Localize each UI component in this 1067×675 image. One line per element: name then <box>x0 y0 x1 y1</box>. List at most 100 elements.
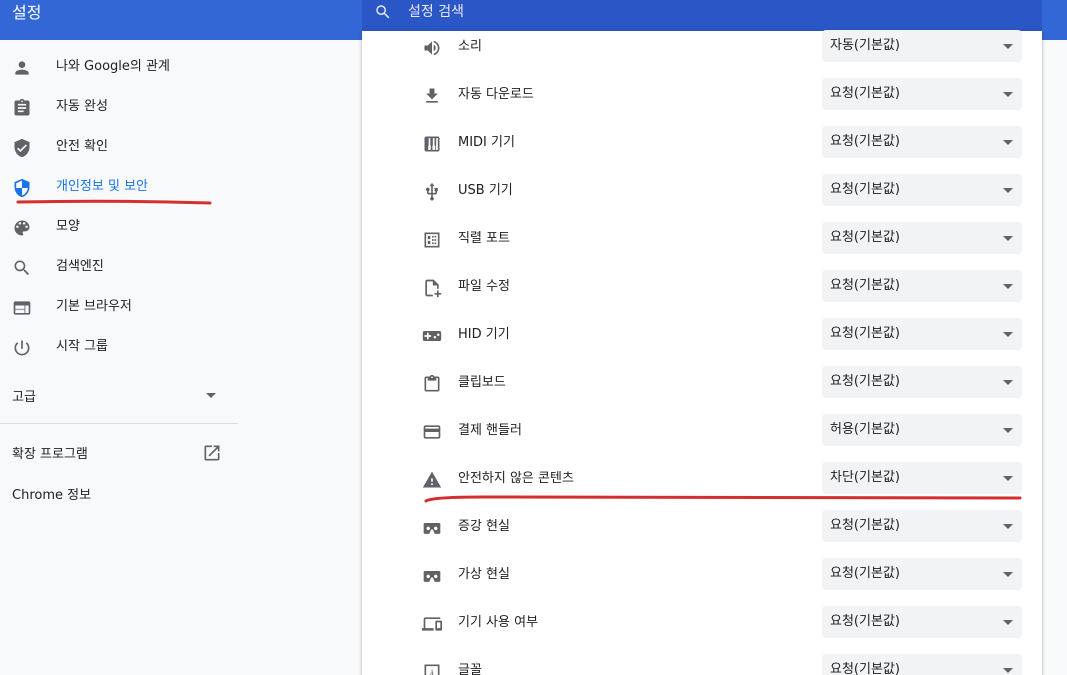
sidebar-item-search-engine[interactable]: 검색엔진 <box>0 247 240 287</box>
dropdown-value: 요청(기본값) <box>830 86 900 101</box>
devices-icon <box>422 617 442 631</box>
extensions-link[interactable]: 확장 프로그램 <box>0 432 240 472</box>
sidebar-item-autofill[interactable]: 자동 완성 <box>0 87 240 127</box>
setting-label: 가상 현실 <box>458 567 510 582</box>
piano-icon <box>424 136 440 152</box>
serial-port-icon <box>424 232 440 248</box>
setting-dropdown[interactable]: 자동(기본값) <box>822 30 1022 62</box>
setting-row-augmented-reality: 증강 현실 요청(기본값) <box>362 504 1042 552</box>
setting-label: 증강 현실 <box>458 519 510 534</box>
dropdown-value: 요청(기본값) <box>830 614 900 629</box>
sidebar-item-safety-check[interactable]: 안전 확인 <box>0 127 240 167</box>
file-save-icon <box>425 279 442 298</box>
dropdown-arrow-icon <box>1003 380 1013 385</box>
setting-row-serial-port: 직렬 포트 요청(기본값) <box>362 216 1042 264</box>
dropdown-arrow-icon <box>1003 572 1013 577</box>
clipboard-icon <box>424 374 440 392</box>
dropdown-value: 허용(기본값) <box>830 422 900 437</box>
setting-label: 직렬 포트 <box>458 231 510 246</box>
search-icon <box>14 260 30 276</box>
setting-row-midi: MIDI 기기 요청(기본값) <box>362 120 1042 168</box>
dropdown-value: 요청(기본값) <box>830 326 900 341</box>
dropdown-value: 자동(기본값) <box>830 38 900 53</box>
sidebar-item-appearance[interactable]: 모양 <box>0 207 240 247</box>
red-annotation-underline <box>16 199 212 205</box>
vr-headset-icon <box>423 523 441 534</box>
setting-label: USB 기기 <box>458 183 513 198</box>
sidebar-item-on-startup[interactable]: 시작 그룹 <box>0 327 240 367</box>
sidebar-divider <box>0 423 238 424</box>
palette-icon <box>14 220 30 236</box>
setting-label: 안전하지 않은 콘텐츠 <box>458 471 574 486</box>
setting-label: MIDI 기기 <box>458 135 515 150</box>
setting-label: 클립보드 <box>458 375 506 390</box>
setting-label: 파일 수정 <box>458 279 510 294</box>
setting-row-hid: HID 기기 요청(기본값) <box>362 312 1042 360</box>
setting-dropdown[interactable]: 요청(기본값) <box>822 126 1022 158</box>
search-input[interactable] <box>408 2 968 22</box>
setting-row-payment-handlers: 결제 핸들러 허용(기본값) <box>362 408 1042 456</box>
dropdown-arrow-icon <box>1003 620 1013 625</box>
setting-dropdown[interactable]: 요청(기본값) <box>822 366 1022 398</box>
sidebar-item-default-browser[interactable]: 기본 브라우저 <box>0 287 240 327</box>
setting-dropdown[interactable]: 요청(기본값) <box>822 270 1022 302</box>
sidebar-item-label: 안전 확인 <box>56 139 108 154</box>
setting-dropdown[interactable]: 요청(기본값) <box>822 222 1022 254</box>
setting-dropdown[interactable]: 요청(기본값) <box>822 510 1022 542</box>
setting-dropdown[interactable]: 요청(기본값) <box>822 606 1022 638</box>
open-in-new-icon <box>204 445 220 461</box>
setting-label: 자동 다운로드 <box>458 87 534 102</box>
advanced-label: 고급 <box>12 390 36 405</box>
setting-row-file-editing: 파일 수정 요청(기본값) <box>362 264 1042 312</box>
setting-label: 결제 핸들러 <box>458 423 522 438</box>
setting-dropdown[interactable]: 요청(기본값) <box>822 174 1022 206</box>
sidebar-item-label: 나와 Google의 관계 <box>56 59 170 74</box>
person-icon <box>15 61 29 75</box>
sidebar: 나와 Google의 관계 자동 완성 안전 확인 개인정보 및 보안 모양 검… <box>0 40 240 675</box>
setting-label: 글꼴 <box>458 663 482 675</box>
power-icon <box>14 340 30 356</box>
search-icon <box>376 5 390 19</box>
setting-label: 소리 <box>458 39 482 54</box>
sidebar-item-label: 검색엔진 <box>56 259 104 274</box>
setting-dropdown[interactable]: 요청(기본값) <box>822 318 1022 350</box>
advanced-toggle[interactable]: 고급 <box>0 375 240 415</box>
setting-row-clipboard: 클립보드 요청(기본값) <box>362 360 1042 408</box>
dropdown-arrow-icon <box>1003 668 1013 673</box>
download-icon <box>426 88 438 103</box>
warning-icon <box>422 471 442 488</box>
about-chrome-link[interactable]: Chrome 정보 <box>0 472 240 512</box>
sidebar-item-label: 자동 완성 <box>56 99 108 114</box>
font-icon <box>424 664 440 675</box>
sidebar-item-label: 개인정보 및 보안 <box>56 179 148 194</box>
security-shield-icon <box>14 178 30 198</box>
assignment-icon <box>14 98 30 116</box>
dropdown-value: 요청(기본값) <box>830 566 900 581</box>
dropdown-value: 요청(기본값) <box>830 374 900 389</box>
sidebar-item-label: 모양 <box>56 219 80 234</box>
setting-row-device-use: 기기 사용 여부 요청(기본값) <box>362 600 1042 648</box>
dropdown-arrow-icon <box>1003 44 1013 49</box>
dropdown-arrow-icon <box>1003 188 1013 193</box>
chevron-down-icon <box>206 393 216 398</box>
dropdown-value: 요청(기본값) <box>830 182 900 197</box>
setting-dropdown[interactable]: 요청(기본값) <box>822 78 1022 110</box>
page-title: 설정 <box>12 3 42 22</box>
setting-dropdown[interactable]: 차단(기본값) <box>822 462 1022 494</box>
dropdown-value: 차단(기본값) <box>830 470 900 485</box>
setting-dropdown[interactable]: 요청(기본값) <box>822 654 1022 675</box>
sidebar-item-label: 기본 브라우저 <box>56 299 132 314</box>
sidebar-item-people[interactable]: 나와 Google의 관계 <box>0 47 240 87</box>
dropdown-arrow-icon <box>1003 428 1013 433</box>
dropdown-value: 요청(기본값) <box>830 518 900 533</box>
setting-row-usb: USB 기기 요청(기본값) <box>362 168 1042 216</box>
setting-dropdown[interactable]: 허용(기본값) <box>822 414 1022 446</box>
setting-label: HID 기기 <box>458 327 510 342</box>
red-annotation-underline <box>424 495 1022 503</box>
setting-dropdown[interactable]: 요청(기본값) <box>822 558 1022 590</box>
dropdown-arrow-icon <box>1003 236 1013 241</box>
about-chrome-label: Chrome 정보 <box>12 488 92 503</box>
credit-card-icon <box>423 425 441 439</box>
vr-headset-icon <box>423 571 441 582</box>
usb-icon <box>426 182 438 201</box>
